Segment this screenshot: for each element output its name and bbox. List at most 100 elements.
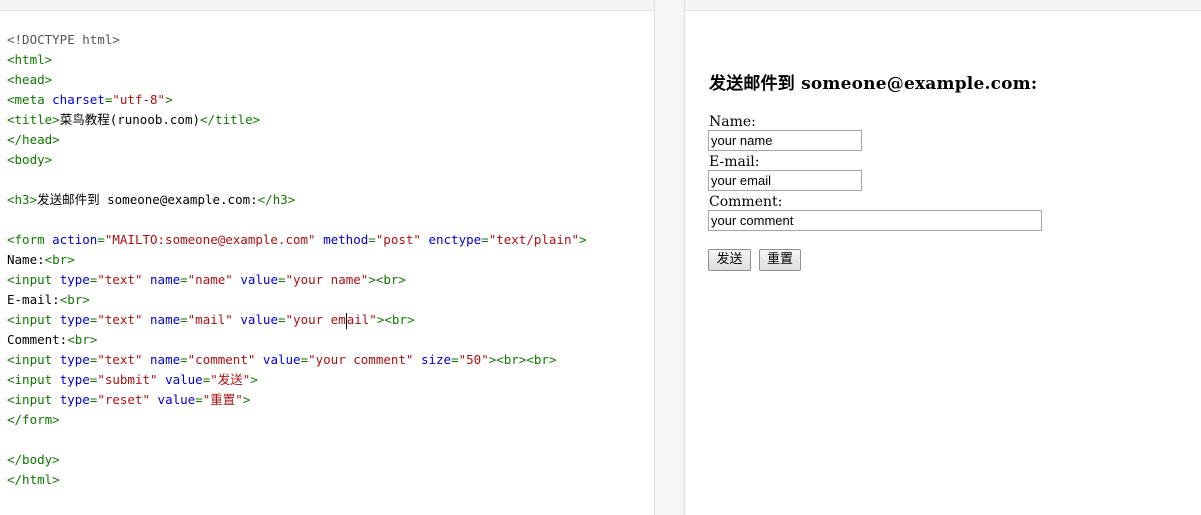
code-token: = (180, 272, 188, 287)
code-token: <br> (67, 332, 98, 347)
code-line[interactable]: <!DOCTYPE html> (7, 30, 587, 50)
code-token: > (579, 232, 587, 247)
name-input[interactable]: your name (708, 130, 862, 151)
code-line[interactable] (7, 430, 587, 450)
code-token: = (277, 312, 286, 327)
code-line[interactable]: <input type="reset" value="重置"> (7, 390, 587, 410)
code-token: value (240, 312, 278, 327)
comment-input[interactable]: your comment (708, 210, 1042, 231)
code-token: name (150, 312, 181, 327)
code-token: "50" (458, 352, 489, 367)
code-token: "发送" (210, 372, 251, 387)
code-token: "your em (285, 312, 346, 327)
code-token: = (195, 392, 203, 407)
code-token: </h3> (257, 192, 296, 207)
code-line[interactable]: </form> (7, 410, 587, 430)
code-token: <h3> (7, 192, 38, 207)
code-token: <br> (44, 252, 75, 267)
submit-button[interactable]: 发送 (708, 249, 751, 271)
code-line[interactable]: <form action="MAILTO:someone@example.com… (7, 230, 587, 250)
code-token: <input (7, 392, 60, 407)
code-token: charset (52, 92, 105, 107)
code-token: action (52, 232, 98, 247)
code-token: <br> (59, 292, 90, 307)
name-label: Name: (709, 114, 756, 130)
reset-button[interactable]: 重置 (759, 249, 801, 271)
code-line[interactable]: <head> (7, 70, 587, 90)
code-token: Name: (7, 252, 45, 267)
code-line[interactable]: <input type="text" name="comment" value=… (7, 350, 587, 370)
code-editor[interactable]: <!DOCTYPE html> <html> <head> <meta charset… (0, 11, 654, 515)
code-line[interactable] (7, 210, 587, 230)
code-token: type (59, 352, 90, 367)
code-token: "comment" (187, 352, 256, 367)
code-lines[interactable]: <!DOCTYPE html> <html> <head> <meta charset… (7, 30, 587, 490)
code-token: = (451, 352, 459, 367)
code-token: type (59, 392, 90, 407)
code-token: = (180, 312, 188, 327)
code-token: "MAILTO:someone@example.com" (104, 232, 316, 247)
code-token: "name" (187, 272, 233, 287)
code-line[interactable]: <meta charset="utf-8"> (7, 90, 587, 110)
preview-heading: 发送邮件到 someone@example.com: (709, 74, 1038, 94)
code-token: name (150, 272, 181, 287)
code-token: value (165, 372, 203, 387)
code-token: "utf-8" (112, 92, 166, 107)
code-token: E-mail: (7, 292, 60, 307)
code-token: </body> (7, 452, 60, 467)
code-token: > (250, 372, 258, 387)
code-token: "重置" (202, 392, 243, 407)
code-token: </html> (7, 472, 60, 487)
code-token: <title> (7, 112, 60, 127)
code-line[interactable]: <body> (7, 150, 587, 170)
code-token: ><br> (376, 312, 415, 327)
code-line[interactable]: </body> (7, 450, 587, 470)
code-token: value (240, 272, 278, 287)
code-line[interactable]: E-mail:<br> (7, 290, 587, 310)
pane-divider[interactable] (654, 0, 685, 515)
code-token: <body> (7, 152, 53, 167)
code-line[interactable]: <title>菜鸟教程(runoob.com)</title> (7, 110, 587, 130)
code-line[interactable] (7, 170, 587, 190)
code-token: "post" (375, 232, 421, 247)
code-token: enctype (428, 232, 482, 247)
code-token: type (59, 372, 90, 387)
code-line[interactable]: Comment:<br> (7, 330, 587, 350)
code-line[interactable]: <html> (7, 50, 587, 70)
code-token: Comment: (7, 332, 68, 347)
code-token: size (420, 352, 452, 367)
code-line[interactable]: <input type="text" name="mail" value="yo… (7, 310, 587, 330)
code-line[interactable]: </head> (7, 130, 587, 150)
code-token: <!DOCTYPE html> (7, 32, 120, 47)
code-line[interactable]: </html> (7, 470, 587, 490)
code-token: value (157, 392, 196, 407)
code-token: <input (7, 312, 60, 327)
code-line[interactable]: Name:<br> (7, 250, 587, 270)
code-token: = (300, 352, 309, 367)
code-token: > (165, 92, 173, 107)
code-line[interactable]: <input type="text" name="name" value="yo… (7, 270, 587, 290)
code-line[interactable]: <h3>发送邮件到 someone@example.com:</h3> (7, 190, 587, 210)
code-token: = (481, 232, 489, 247)
code-token: </title> (200, 112, 261, 127)
code-token: "text" (97, 312, 143, 327)
code-token: ><br> (368, 272, 406, 287)
top-bar (0, 0, 1201, 11)
code-token: 发送邮件到 someone@example.com: (37, 192, 258, 207)
code-line[interactable]: <input type="submit" value="发送"> (7, 370, 587, 390)
code-token: = (97, 232, 105, 247)
code-token: = (277, 272, 286, 287)
code-token: = (180, 352, 188, 367)
code-token: name (150, 352, 181, 367)
email-input[interactable]: your email (708, 170, 862, 191)
code-token: "text/plain" (488, 232, 579, 247)
code-token: </form> (7, 412, 60, 427)
code-token: </head> (7, 132, 60, 147)
code-token: method (323, 232, 369, 247)
code-token: = (368, 232, 376, 247)
